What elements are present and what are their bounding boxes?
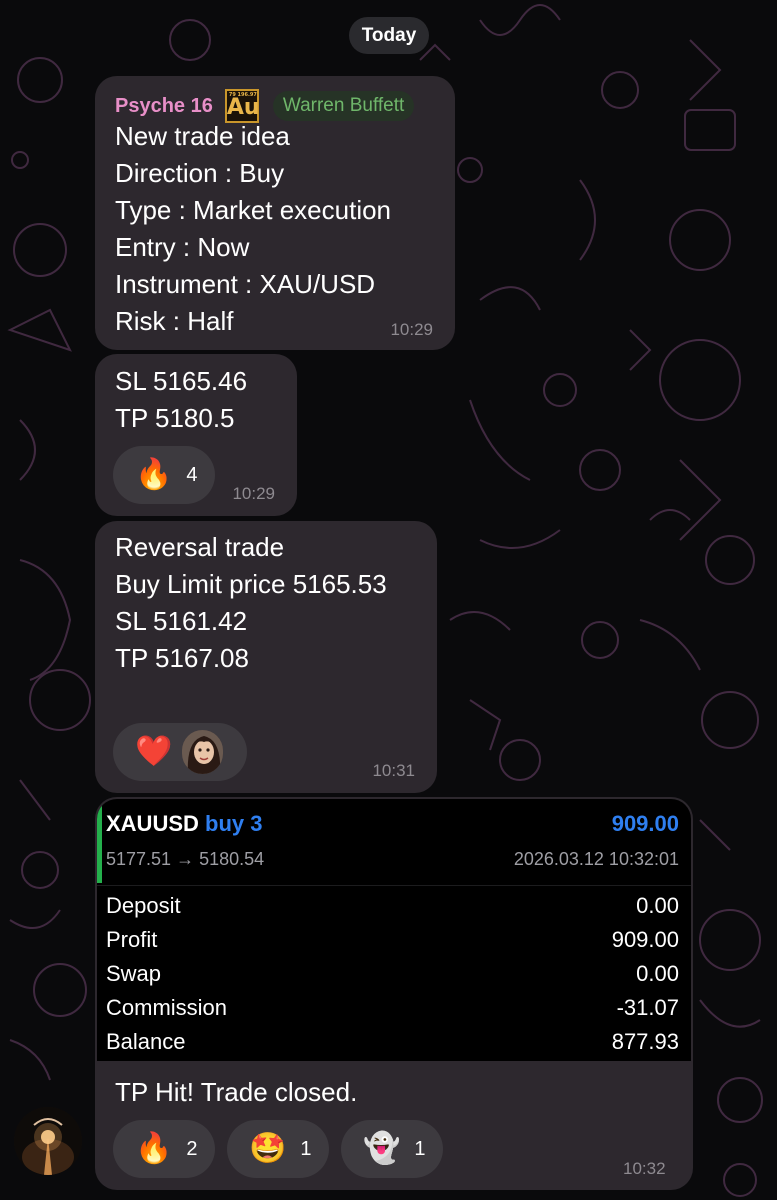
badge-symbol: Au: [226, 95, 260, 120]
message-line: Direction : Buy: [115, 158, 285, 188]
reaction-ghost[interactable]: 👻 1: [341, 1120, 443, 1178]
message-time: 10:29: [390, 320, 433, 339]
report-row-label: Balance: [106, 1029, 186, 1054]
message-line: TP 5180.5: [115, 403, 235, 433]
fire-icon: 🔥: [135, 458, 173, 491]
report-row: Profit 909.00: [106, 927, 679, 961]
report-row: Balance 877.93: [106, 1029, 679, 1061]
reactions-bar: 🔥 4: [113, 446, 215, 504]
gold-emoji-badge: 79 196.97 Au: [224, 89, 260, 123]
report-row-value: 0.00: [636, 961, 679, 986]
report-row: Deposit 0.00: [106, 893, 679, 927]
reaction-fire[interactable]: 🔥 4: [113, 446, 215, 504]
reactor-avatar: [182, 730, 223, 774]
report-row-value: -31.07: [616, 995, 679, 1020]
report-symbol: XAUUSD: [106, 811, 199, 836]
message-time: 10:32: [623, 1159, 666, 1178]
star-struck-icon: 🤩: [249, 1132, 287, 1165]
report-side: buy 3: [205, 811, 263, 836]
message-time: 10:29: [232, 484, 275, 503]
report-row-value: 909.00: [611, 927, 679, 952]
report-row-value: 0.00: [636, 893, 679, 918]
message-line: Instrument : XAU/USD: [115, 269, 376, 299]
date-separator: Today: [349, 17, 429, 54]
reaction-star-struck[interactable]: 🤩 1: [227, 1120, 329, 1178]
message-time: 10:31: [372, 761, 415, 780]
trade-report-card[interactable]: XAUUSD buy 3 909.00 5177.51 → 5180.54 20…: [97, 799, 691, 1061]
badge-small-text: 79 196.97: [228, 92, 257, 98]
reactions-bar: ❤️: [113, 723, 247, 781]
message-line: Type : Market execution: [115, 195, 392, 225]
reaction-count: 2: [186, 1137, 198, 1160]
report-title: XAUUSD buy 3: [106, 811, 263, 837]
report-row-label: Profit: [106, 927, 158, 952]
reaction-heart[interactable]: ❤️: [113, 723, 247, 781]
sender-tag: Warren Buffett: [272, 91, 415, 121]
message-caption: TP Hit! Trade closed.: [115, 1077, 358, 1107]
reaction-count: 1: [414, 1137, 426, 1160]
reactions-bar: 🔥 2 🤩 1 👻 1: [113, 1120, 443, 1178]
report-amount: 909.00: [611, 811, 679, 836]
report-row-value: 877.93: [611, 1029, 679, 1054]
report-row-label: Swap: [106, 961, 162, 986]
reaction-count: 4: [186, 463, 198, 486]
report-divider: [97, 885, 691, 886]
message-line: New trade idea: [115, 121, 290, 151]
fire-icon: 🔥: [135, 1132, 173, 1165]
message-bubble[interactable]: Psyche 16 79 196.97 Au Warren Buffett Ne…: [95, 76, 455, 350]
sender-name[interactable]: Psyche 16: [115, 95, 213, 118]
reaction-fire[interactable]: 🔥 2: [113, 1120, 215, 1178]
message-line: Buy Limit price 5165.53: [115, 569, 387, 599]
report-row: Swap 0.00: [106, 961, 679, 995]
sender-avatar[interactable]: [14, 1107, 82, 1175]
report-row: Commission -31.07: [106, 995, 679, 1029]
message-line: Reversal trade: [115, 532, 285, 562]
report-row-label: Commission: [106, 995, 228, 1020]
message-line: SL 5161.42: [115, 606, 248, 636]
report-row-label: Deposit: [106, 893, 181, 918]
message-line: Entry : Now: [115, 232, 250, 262]
reaction-count: 1: [300, 1137, 312, 1160]
message-line: SL 5165.46: [115, 366, 248, 396]
heart-icon: ❤️: [135, 735, 173, 768]
report-prices: 5177.51 → 5180.54: [106, 849, 265, 869]
report-datetime: 2026.03.12 10:32:01: [513, 849, 679, 869]
ghost-icon: 👻: [363, 1132, 401, 1165]
message-line: TP 5167.08: [115, 643, 249, 673]
message-line: Risk : Half: [115, 306, 234, 336]
report-accent-bar: [97, 805, 102, 883]
